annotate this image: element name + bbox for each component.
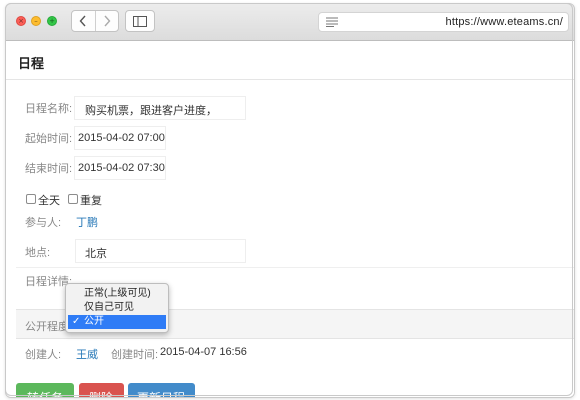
created-time-value: 2015-04-07 16:56 <box>160 346 247 358</box>
allday-checkbox[interactable] <box>26 194 36 204</box>
end-time-input[interactable]: 2015-04-02 07:30 <box>74 156 166 180</box>
start-time-input[interactable]: 2015-04-02 07:00 <box>74 126 166 150</box>
page-header: 日程 <box>6 41 574 80</box>
visibility-label: 公开程度 <box>25 321 69 333</box>
sidebar-icon <box>133 15 147 27</box>
reader-icon[interactable] <box>326 17 338 27</box>
address-bar[interactable]: https://www.eteams.cn/ <box>318 12 569 32</box>
repeat-checkbox[interactable] <box>68 194 78 204</box>
schedule-name-label: 日程名称: <box>25 103 73 115</box>
option-label: 正常(上级可见) <box>84 288 151 299</box>
repeat-label: 重复 <box>80 195 102 207</box>
chevron-left-icon <box>79 15 86 27</box>
update-schedule-button[interactable]: 更新日程 <box>128 383 195 397</box>
end-time-label: 结束时间: <box>25 163 73 175</box>
location-input[interactable]: 北京 <box>75 239 246 263</box>
visibility-dropdown[interactable]: 正常(上级可见) 仅自己可见 ✓ 公开 <box>65 283 169 333</box>
history-nav <box>71 10 119 32</box>
minimize-window-button[interactable]: – <box>31 16 41 26</box>
location-label: 地点: <box>25 247 51 259</box>
participants-label: 参与人: <box>25 217 62 229</box>
schedule-name-input[interactable]: 购买机票，跟进客户进度， <box>74 96 246 120</box>
participant-link[interactable]: 丁鹏 <box>76 214 98 230</box>
sidebar-toggle-button[interactable] <box>125 10 155 32</box>
option-label: 仅自己可见 <box>84 302 134 313</box>
chevron-right-icon <box>104 15 111 27</box>
close-icon: × <box>18 17 24 25</box>
option-label: 公开 <box>84 316 104 327</box>
to-task-button[interactable]: 转任务 <box>16 383 74 397</box>
visibility-option-public[interactable]: ✓ 公开 <box>68 315 166 329</box>
forward-button[interactable] <box>94 11 119 31</box>
browser-titlebar: × – + https://www.eteams.cn/ <box>6 4 574 41</box>
allday-label: 全天 <box>38 195 60 207</box>
creator-link[interactable]: 王威 <box>76 346 98 362</box>
back-button[interactable] <box>72 11 95 31</box>
creator-label: 创建人: <box>25 349 62 361</box>
close-window-button[interactable]: × <box>16 16 26 26</box>
divider <box>16 267 574 268</box>
checkmark-icon: ✓ <box>72 316 81 327</box>
browser-window: × – + https://www.eteams.cn/ 日程 日程名称: 购买… <box>5 3 575 398</box>
zoom-icon: + <box>49 17 55 25</box>
page-content: 日程 日程名称: 购买机票，跟进客户进度， 起始时间: 2015-04-02 0… <box>6 41 574 397</box>
zoom-window-button[interactable]: + <box>47 16 57 26</box>
start-time-label: 起始时间: <box>25 133 73 145</box>
visibility-option-self[interactable]: 仅自己可见 <box>68 301 166 315</box>
url-text: https://www.eteams.cn/ <box>445 16 563 28</box>
delete-button[interactable]: 删除 <box>79 383 124 397</box>
visibility-option-normal[interactable]: 正常(上级可见) <box>68 287 166 301</box>
page-title: 日程 <box>18 56 45 71</box>
created-time-label: 创建时间: <box>111 349 159 361</box>
minimize-icon: – <box>34 17 38 25</box>
